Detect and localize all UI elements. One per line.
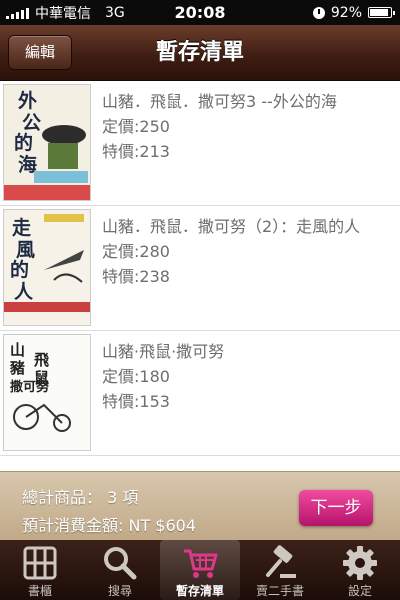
tab-bar: 書櫃 搜尋 暫存清單 賣二手書 設定 (0, 540, 400, 600)
cart-icon (184, 549, 218, 578)
book-cover: 山 豬 飛 鼠 撒可努 (3, 334, 91, 451)
edit-button[interactable]: 編輯 (8, 35, 72, 70)
gavel-icon (266, 545, 296, 578)
svg-text:走: 走 (12, 217, 31, 239)
book-title: 山豬·飛鼠·撒可努 (102, 342, 225, 361)
special-price: 特價:153 (102, 392, 170, 411)
tab-label: 書櫃 (27, 584, 52, 598)
tab-label: 賣二手書 (255, 584, 304, 598)
alarm-icon (312, 6, 325, 19)
book-cover: 走 風 的 人 (3, 209, 91, 326)
svg-text:風: 風 (16, 239, 35, 261)
tab-label: 設定 (347, 584, 372, 598)
book-cover: 外 公 的 海 (3, 84, 91, 201)
tab-cart[interactable]: 暫存清單 (160, 540, 240, 600)
special-price: 特價:213 (102, 142, 170, 161)
status-bar: 中華電信 3G 20:08 92% (0, 0, 400, 25)
list-price: 定價:250 (102, 117, 170, 136)
tab-label: 搜尋 (107, 584, 132, 598)
special-price: 特價:238 (102, 267, 170, 286)
tab-search[interactable]: 搜尋 (80, 540, 160, 600)
book-title: 山豬．飛鼠．撒可努3 --外公的海 (102, 92, 337, 111)
tab-settings[interactable]: 設定 (320, 540, 400, 600)
list-item[interactable]: 外 公 的 海 山豬．飛鼠．撒可努3 --外公的海 定價:250 特價:213 (0, 81, 400, 206)
search-icon (104, 547, 137, 580)
svg-text:豬: 豬 (9, 359, 25, 377)
tab-bookshelf[interactable]: 書櫃 (0, 540, 80, 600)
svg-text:山: 山 (10, 341, 25, 359)
total-items: 總計商品： 3 項 (22, 488, 139, 507)
cart-list: 外 公 的 海 山豬．飛鼠．撒可努3 --外公的海 定價:250 特價:213 … (0, 81, 400, 471)
list-item[interactable]: 走 風 的 人 山豬．飛鼠．撒可努（2）：走風的人 定價:280 特價:238 (0, 206, 400, 331)
total-amount: 預計消費金額: NT $604 (22, 516, 197, 535)
tab-label: 暫存清單 (175, 584, 224, 598)
svg-text:公: 公 (22, 112, 41, 134)
svg-text:的: 的 (10, 258, 29, 281)
next-step-button[interactable]: 下一步 (299, 490, 373, 526)
svg-text:人: 人 (14, 281, 34, 303)
battery-level-fill (370, 9, 389, 16)
battery-percent: 92% (330, 4, 362, 21)
list-price: 定價:280 (102, 242, 170, 261)
svg-text:外: 外 (18, 89, 37, 112)
bookshelf-icon (23, 546, 57, 580)
svg-text:撒可努: 撒可努 (10, 379, 49, 395)
order-summary: 總計商品： 3 項 預計消費金額: NT $604 下一步 (0, 471, 400, 541)
gear-icon (343, 546, 377, 580)
svg-text:的: 的 (14, 131, 33, 154)
list-price: 定價:180 (102, 367, 170, 386)
navigation-bar: 暫存清單 編輯 (0, 25, 400, 81)
battery-icon (368, 7, 395, 18)
svg-text:飛: 飛 (33, 351, 49, 369)
list-item[interactable]: 山 豬 飛 鼠 撒可努 山豬·飛鼠·撒可努 定價:180 特價:153 (0, 331, 400, 456)
tab-sell-used[interactable]: 賣二手書 (240, 540, 320, 600)
book-title: 山豬．飛鼠．撒可努（2）：走風的人 (102, 217, 361, 236)
